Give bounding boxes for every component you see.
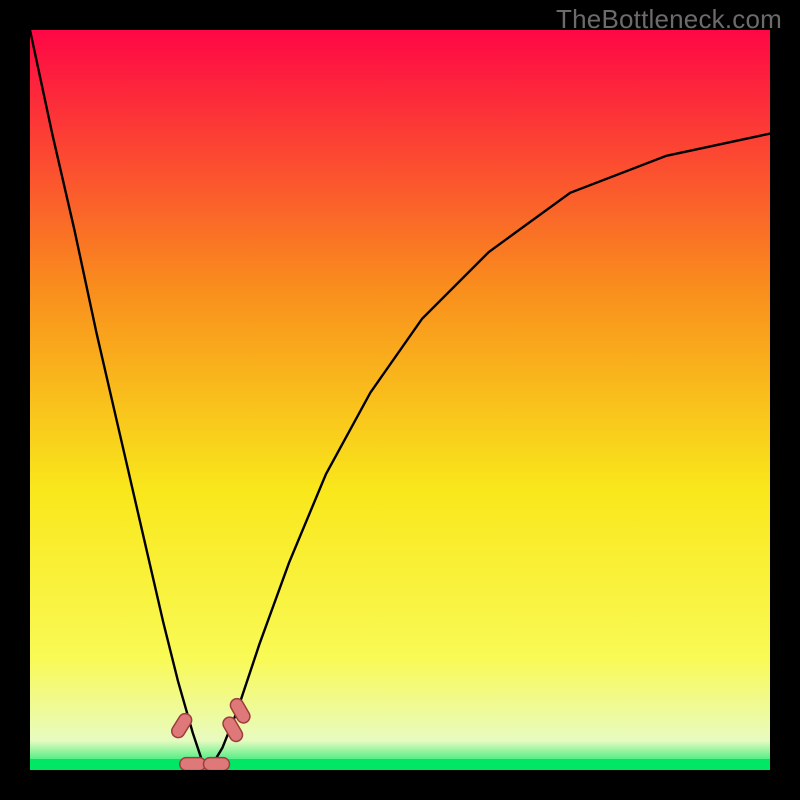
- chart-canvas: TheBottleneck.com: [0, 0, 800, 800]
- watermark-text: TheBottleneck.com: [556, 4, 782, 35]
- plot-area: [30, 30, 770, 770]
- marker-1: [180, 758, 206, 770]
- baseline-band: [30, 759, 770, 770]
- gradient-background: [30, 30, 770, 770]
- marker-2: [203, 758, 229, 770]
